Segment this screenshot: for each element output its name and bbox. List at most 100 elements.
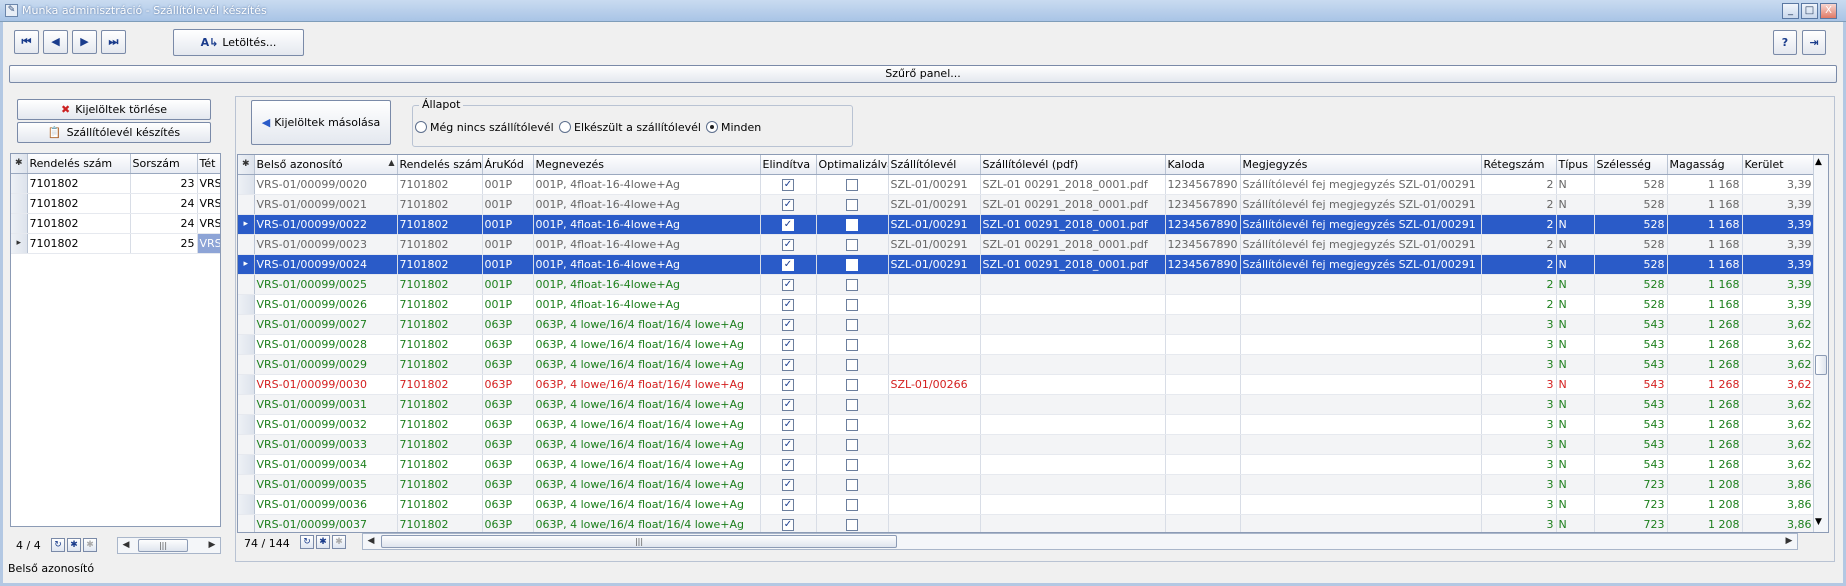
cell-belso-azonosito[interactable]: VRS-01/00099/0034 xyxy=(254,454,398,475)
cell-elinditva[interactable]: ✓ xyxy=(760,174,817,195)
cell-szallitolevel[interactable]: SZL-01/00291 xyxy=(888,214,981,235)
row-indicator[interactable] xyxy=(238,334,255,355)
scroll-right-icon[interactable]: ▶ xyxy=(204,538,220,553)
cell-elinditva[interactable]: ✓ xyxy=(760,274,817,295)
cell-optimalizalva[interactable] xyxy=(816,394,889,415)
cell-szelesseg[interactable]: 543 xyxy=(1594,434,1668,455)
cell-retegszam[interactable]: 3 xyxy=(1481,394,1557,415)
cell-seq[interactable]: 25 xyxy=(130,233,198,254)
app-icon[interactable]: ✎ xyxy=(5,4,18,17)
cell-szelesseg[interactable]: 543 xyxy=(1594,454,1668,475)
row-indicator[interactable] xyxy=(238,314,255,335)
cell-kaloda[interactable]: 1234567890 xyxy=(1165,214,1241,235)
cell-szelesseg[interactable]: 528 xyxy=(1594,254,1668,275)
checkbox-started[interactable]: ✓ xyxy=(782,438,794,451)
cell-magassag[interactable]: 1 168 xyxy=(1667,294,1743,315)
cell-rendeles-szam[interactable]: 7101802 xyxy=(397,434,483,455)
col-arukod[interactable]: ÁruKód xyxy=(482,155,534,175)
cell-tipus[interactable]: N xyxy=(1556,254,1595,275)
cell-megnevezes[interactable]: 001P, 4float-16-4lowe+Ag xyxy=(533,274,761,295)
cell-retegszam[interactable]: 3 xyxy=(1481,334,1557,355)
cell-magassag[interactable]: 1 268 xyxy=(1667,334,1743,355)
col-elinditva[interactable]: Elindítva xyxy=(760,155,817,175)
left-col-seq[interactable]: Sorszám xyxy=(130,154,198,174)
cell-kaloda[interactable] xyxy=(1165,274,1241,295)
cell-order[interactable]: 7101802 xyxy=(27,233,131,254)
table-row[interactable]: VRS-01/00099/0034 7101802 063P 063P, 4 lowe… xyxy=(238,454,1815,475)
cell-magassag[interactable]: 1 268 xyxy=(1667,394,1743,415)
help-button[interactable]: ? xyxy=(1773,30,1797,55)
row-indicator[interactable] xyxy=(238,454,255,475)
cell-belso-azonosito[interactable]: VRS-01/00099/0035 xyxy=(254,474,398,495)
exit-button[interactable]: ⇥ xyxy=(1802,30,1826,55)
cell-retegszam[interactable]: 3 xyxy=(1481,354,1557,375)
cell-szallitolevel-pdf[interactable] xyxy=(980,394,1166,415)
cell-szelesseg[interactable]: 528 xyxy=(1594,174,1668,195)
cell-tipus[interactable]: N xyxy=(1556,234,1595,255)
next-record-button[interactable]: ▶ xyxy=(72,30,97,54)
cell-magassag[interactable]: 1 168 xyxy=(1667,274,1743,295)
cell-tipus[interactable]: N xyxy=(1556,174,1595,195)
cell-kaloda[interactable] xyxy=(1165,494,1241,515)
cell-arukod[interactable]: 001P xyxy=(482,214,534,235)
row-indicator[interactable] xyxy=(238,514,255,532)
left-table-row[interactable]: 7101802 24 VRS xyxy=(11,213,220,234)
checkbox-started[interactable]: ✓ xyxy=(782,398,794,411)
cell-szelesseg[interactable]: 723 xyxy=(1594,474,1668,495)
close-button[interactable]: X xyxy=(1820,3,1837,19)
cell-elinditva[interactable]: ✓ xyxy=(760,454,817,475)
cell-tipus[interactable]: N xyxy=(1556,514,1595,532)
cell-belso-azonosito[interactable]: VRS-01/00099/0031 xyxy=(254,394,398,415)
checkbox-optimized[interactable] xyxy=(846,518,858,531)
cell-szallitolevel[interactable]: SZL-01/00291 xyxy=(888,254,981,275)
main-vscroll-thumb[interactable] xyxy=(1815,355,1827,375)
cell-retegszam[interactable]: 2 xyxy=(1481,174,1557,195)
col-szallitolevel-pdf[interactable]: Szállítólevél (pdf) xyxy=(980,155,1166,175)
maximize-button[interactable]: □ xyxy=(1801,3,1818,19)
table-row[interactable]: ▸ VRS-01/00099/0024 7101802 001P 001P, 4floa… xyxy=(238,254,1815,275)
table-row[interactable]: VRS-01/00099/0020 7101802 001P 001P, 4float… xyxy=(238,174,1815,195)
main-hscroll-thumb[interactable]: ||| xyxy=(381,535,897,548)
row-indicator[interactable] xyxy=(238,274,255,295)
cell-tipus[interactable]: N xyxy=(1556,454,1595,475)
col-kerulet[interactable]: Kerület xyxy=(1742,155,1815,175)
cell-szelesseg[interactable]: 723 xyxy=(1594,494,1668,515)
checkbox-started[interactable]: ✓ xyxy=(782,178,794,191)
cell-rendeles-szam[interactable]: 7101802 xyxy=(397,294,483,315)
checkbox-started[interactable]: ✓ xyxy=(782,338,794,351)
cell-rendeles-szam[interactable]: 7101802 xyxy=(397,274,483,295)
cell-belso-azonosito[interactable]: VRS-01/00099/0032 xyxy=(254,414,398,435)
main-scroll-right-icon[interactable]: ▶ xyxy=(1781,534,1797,549)
cell-szallitolevel-pdf[interactable]: SZL-01 00291_2018_0001.pdf xyxy=(980,254,1166,275)
cell-szallitolevel-pdf[interactable] xyxy=(980,294,1166,315)
cell-kaloda[interactable]: 1234567890 xyxy=(1165,234,1241,255)
cell-optimalizalva[interactable] xyxy=(816,274,889,295)
checkbox-optimized[interactable] xyxy=(846,358,858,371)
cell-szallitolevel[interactable]: SZL-01/00291 xyxy=(888,234,981,255)
cell-elinditva[interactable]: ✓ xyxy=(760,434,817,455)
table-row[interactable]: VRS-01/00099/0021 7101802 001P 001P, 4float… xyxy=(238,194,1815,215)
cell-megjegyzes[interactable] xyxy=(1240,314,1482,335)
cell-szelesseg[interactable]: 528 xyxy=(1594,214,1668,235)
row-indicator[interactable] xyxy=(238,174,255,195)
cell-megnevezes[interactable]: 001P, 4float-16-4lowe+Ag xyxy=(533,174,761,195)
cell-megjegyzes[interactable] xyxy=(1240,354,1482,375)
cell-szallitolevel[interactable] xyxy=(888,334,981,355)
cell-megnevezes[interactable]: 063P, 4 lowe/16/4 float/16/4 lowe+Ag xyxy=(533,314,761,335)
cell-elinditva[interactable]: ✓ xyxy=(760,314,817,335)
cell-magassag[interactable]: 1 268 xyxy=(1667,454,1743,475)
cell-szallitolevel-pdf[interactable] xyxy=(980,454,1166,475)
cell-retegszam[interactable]: 3 xyxy=(1481,474,1557,495)
cell-szallitolevel[interactable] xyxy=(888,494,981,515)
table-row[interactable]: VRS-01/00099/0035 7101802 063P 063P, 4 lowe… xyxy=(238,474,1815,495)
left-col-item[interactable]: Tét xyxy=(197,154,220,174)
cell-megjegyzes[interactable] xyxy=(1240,474,1482,495)
cell-megnevezes[interactable]: 063P, 4 lowe/16/4 float/16/4 lowe+Ag xyxy=(533,474,761,495)
row-indicator[interactable] xyxy=(11,213,28,234)
cell-elinditva[interactable]: ✓ xyxy=(760,194,817,215)
checkbox-optimized[interactable] xyxy=(846,258,858,271)
cell-megjegyzes[interactable] xyxy=(1240,374,1482,395)
cell-szelesseg[interactable]: 543 xyxy=(1594,334,1668,355)
checkbox-started[interactable]: ✓ xyxy=(782,498,794,511)
cell-belso-azonosito[interactable]: VRS-01/00099/0022 xyxy=(254,214,398,235)
